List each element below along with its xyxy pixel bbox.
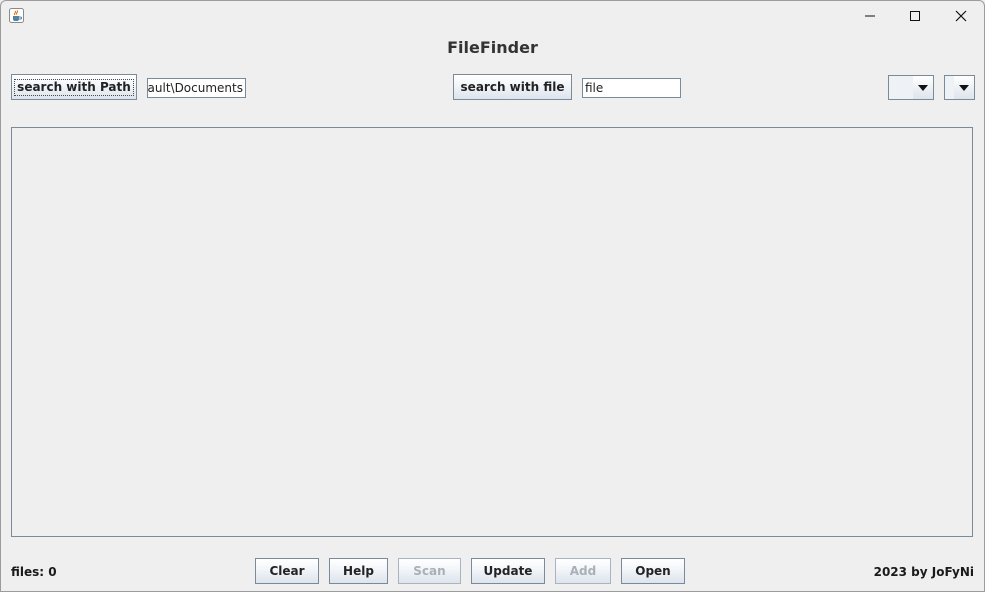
- open-button[interactable]: Open: [621, 558, 685, 584]
- close-icon: [955, 7, 967, 26]
- file-count: files: 0: [11, 565, 57, 579]
- update-button[interactable]: Update: [471, 558, 545, 584]
- title-bar[interactable]: [1, 1, 984, 31]
- credit-label: 2023 by JoFyNi: [873, 565, 974, 579]
- filter-combo-1-value: [889, 76, 915, 99]
- minimize-button[interactable]: [847, 1, 893, 31]
- search-with-path-label: search with Path: [14, 78, 134, 96]
- app-window: FileFinder search with Path efault\Docum…: [0, 0, 985, 592]
- results-list[interactable]: [11, 127, 973, 537]
- search-with-file-button[interactable]: search with file: [453, 74, 572, 100]
- filter-combo-1[interactable]: [888, 75, 934, 100]
- chevron-down-icon[interactable]: [913, 76, 933, 99]
- filter-combo-2[interactable]: [944, 75, 975, 100]
- java-cup-icon: [9, 8, 24, 23]
- help-button[interactable]: Help: [329, 558, 388, 584]
- add-button[interactable]: Add: [555, 558, 611, 584]
- app-title: FileFinder: [447, 38, 538, 57]
- maximize-button[interactable]: [892, 1, 938, 31]
- scan-button[interactable]: Scan: [398, 558, 461, 584]
- file-input[interactable]: file: [582, 78, 681, 98]
- maximize-icon: [909, 7, 921, 26]
- search-with-path-button[interactable]: search with Path: [11, 74, 137, 100]
- minimize-icon: [864, 7, 876, 26]
- chevron-down-icon[interactable]: [954, 76, 974, 99]
- path-input[interactable]: efault\Documents: [147, 78, 246, 98]
- path-input-value: efault\Documents: [147, 81, 243, 95]
- close-button[interactable]: [938, 1, 984, 31]
- clear-button[interactable]: Clear: [255, 558, 319, 584]
